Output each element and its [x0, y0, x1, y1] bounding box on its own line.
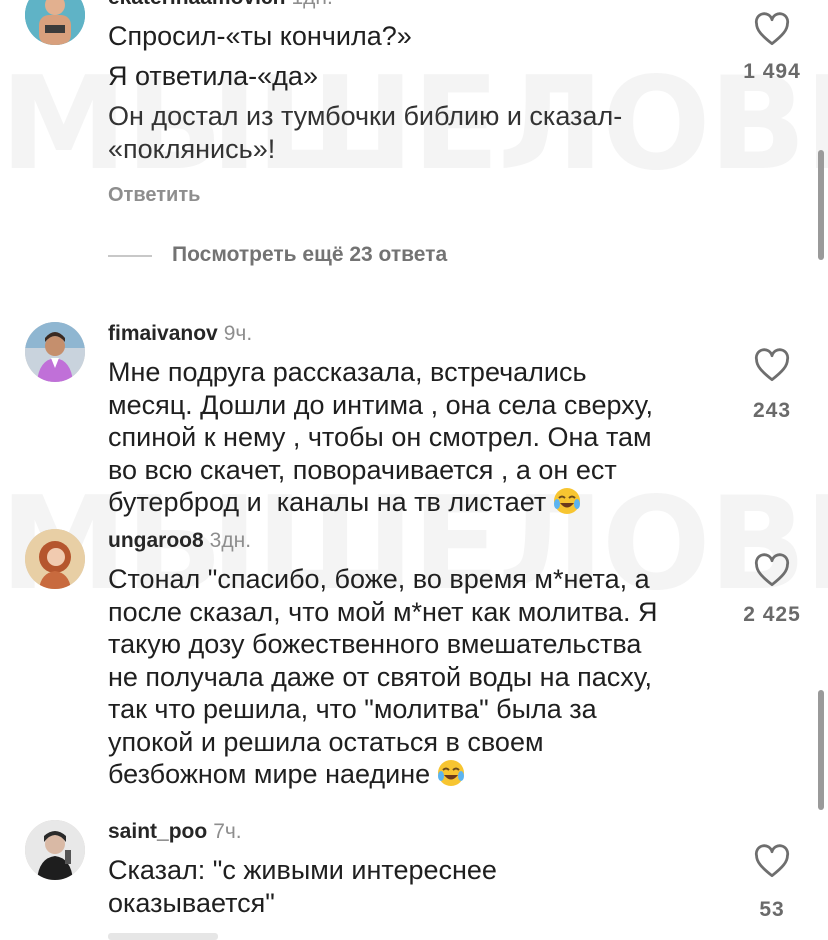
- scrollbar-thumb[interactable]: [818, 690, 824, 810]
- username[interactable]: fimaivanov: [108, 322, 218, 345]
- heart-icon[interactable]: [752, 12, 792, 46]
- like-count: 53: [759, 898, 785, 921]
- timestamp: 3дн.: [209, 529, 252, 552]
- avatar[interactable]: [25, 0, 85, 45]
- comment-body: Стонал "спасибо, боже, во время м*нета, …: [108, 564, 658, 789]
- comment-text: Мне подруга рассказала, встречались меся…: [108, 356, 708, 519]
- next-comment-hint: [108, 933, 218, 940]
- timestamp: 9ч.: [223, 322, 253, 345]
- comment-text-line: Спросил-«ты кончила?»: [108, 21, 412, 51]
- tears-of-joy-emoji-icon: [436, 758, 466, 788]
- heart-icon[interactable]: [752, 348, 792, 382]
- heart-icon[interactable]: [752, 844, 792, 878]
- avatar[interactable]: [25, 820, 85, 880]
- comment-meta: fimaivanov 9ч.: [108, 322, 252, 346]
- comment-text-line: Я ответила-«да»: [108, 61, 318, 91]
- comment-text: Сказал: "с живыми интереснее оказывается…: [108, 855, 497, 918]
- username[interactable]: ungaroo8: [108, 529, 204, 552]
- view-more-divider: [108, 255, 152, 257]
- reply-button[interactable]: Ответить: [108, 184, 200, 207]
- comment-meta: ekaterinaamovich 1дн.: [108, 0, 333, 10]
- view-more-replies-button[interactable]: Посмотреть ещё 23 ответа: [172, 243, 447, 267]
- avatar-image: [25, 529, 85, 589]
- heart-icon[interactable]: [752, 553, 792, 587]
- like-count: 2 425: [743, 603, 801, 626]
- timestamp: 1дн.: [291, 0, 332, 9]
- scrollbar-thumb[interactable]: [818, 150, 824, 260]
- avatar[interactable]: [25, 529, 85, 589]
- avatar-image: [25, 322, 85, 382]
- avatar-image: [25, 820, 85, 880]
- like-count: 243: [752, 399, 792, 422]
- avatar-image: [25, 0, 85, 45]
- username[interactable]: ekaterinaamovich: [108, 0, 285, 9]
- tears-of-joy-emoji-icon: [552, 486, 582, 516]
- comment-meta: ungaroo8 3дн.: [108, 529, 251, 553]
- avatar[interactable]: [25, 322, 85, 382]
- username[interactable]: saint_poo: [108, 820, 207, 843]
- like-count: 1 494: [743, 60, 801, 83]
- timestamp: 7ч.: [213, 820, 242, 843]
- comment-meta: saint_poo 7ч.: [108, 820, 242, 844]
- comment-text-line: Он достал из тумбочки библию и сказал- «…: [108, 101, 623, 164]
- comment-text: Стонал "спасибо, боже, во время м*нета, …: [108, 563, 708, 791]
